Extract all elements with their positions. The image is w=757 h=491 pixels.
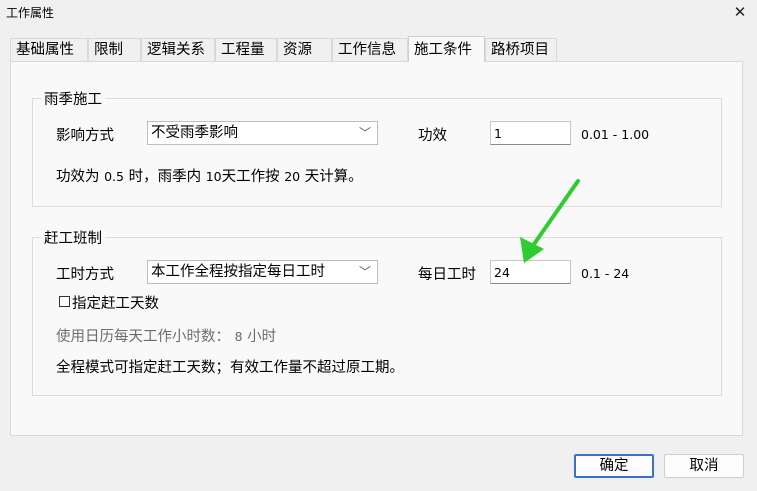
tab-logic[interactable]: 逻辑关系	[141, 38, 215, 61]
chevron-down-icon: ﹀	[358, 126, 371, 140]
tab-work-info[interactable]: 工作信息	[332, 38, 408, 61]
window-title: 工作属性	[6, 6, 55, 20]
tab-basic[interactable]: 基础属性	[10, 38, 88, 61]
efficiency-label: 功效	[418, 128, 447, 144]
rush-footer-note: 全程模式可指定赶工天数；有效工作量不超过原工期。	[56, 360, 404, 376]
hour-mode-value: 本工作全程按指定每日工时	[151, 264, 325, 280]
rush-shift-group: 赶工班制 工时方式 本工作全程按指定每日工时 ﹀ 每日工时 0.1 - 24 指…	[32, 227, 722, 396]
calendar-hours-unit: 小时	[247, 329, 277, 345]
specify-rush-days-label[interactable]: 指定赶工天数	[72, 292, 159, 313]
hour-mode-label: 工时方式	[56, 267, 114, 283]
cancel-button[interactable]: 取消	[664, 454, 744, 478]
ok-button[interactable]: 确定	[574, 454, 654, 478]
title-bar: 工作属性 ✕	[0, 0, 757, 26]
rainy-note-text: 功效为	[56, 169, 100, 185]
impact-mode-select[interactable]: 不受雨季影响 ﹀	[147, 121, 378, 145]
tab-quantity[interactable]: 工程量	[215, 38, 277, 61]
rainy-note: 功效为 0.5 时，雨季内 10天工作按 20 天计算。	[56, 165, 363, 186]
tab-road-bridge[interactable]: 路桥项目	[485, 38, 557, 61]
rush-shift-title: 赶工班制	[41, 227, 105, 248]
rainy-note-days: 10	[205, 169, 222, 184]
close-icon[interactable]: ✕	[729, 2, 751, 22]
chevron-down-icon: ﹀	[358, 265, 371, 279]
annotation-arrow-icon	[520, 179, 580, 263]
rainy-note-efficiency: 0.5	[104, 169, 124, 184]
impact-mode-label: 影响方式	[56, 128, 114, 144]
daily-hours-label: 每日工时	[418, 267, 476, 283]
annotation-arrow-shaft	[530, 179, 580, 249]
calendar-hours-note: 使用日历每天工作小时数： 8 小时	[56, 325, 276, 346]
rainy-note-text: 天工作按	[221, 169, 280, 185]
rainy-season-group: 雨季施工 影响方式 不受雨季影响 ﹀ 功效 0.01 - 1.00 功效为 0.…	[32, 88, 722, 207]
impact-mode-value: 不受雨季影响	[151, 125, 238, 141]
efficiency-input[interactable]	[490, 121, 571, 145]
efficiency-range: 0.01 - 1.00	[581, 127, 650, 142]
specify-rush-days-checkbox[interactable]	[59, 296, 70, 307]
hour-mode-select[interactable]: 本工作全程按指定每日工时 ﹀	[147, 260, 378, 284]
tab-resources[interactable]: 资源	[277, 38, 332, 61]
tab-constraints[interactable]: 限制	[88, 38, 141, 61]
calendar-hours-value: 8	[234, 329, 243, 344]
calendar-hours-text: 使用日历每天工作小时数：	[56, 329, 230, 345]
annotation-arrow-head	[520, 237, 544, 263]
tab-panel: 雨季施工 影响方式 不受雨季影响 ﹀ 功效 0.01 - 1.00 功效为 0.…	[10, 61, 743, 436]
rainy-season-title: 雨季施工	[41, 88, 105, 109]
rainy-note-text: 时，雨季内	[128, 169, 202, 185]
tab-construction-conditions[interactable]: 施工条件	[408, 36, 485, 62]
rainy-note-text: 天计算。	[304, 169, 363, 185]
rainy-note-calc-days: 20	[284, 169, 301, 184]
